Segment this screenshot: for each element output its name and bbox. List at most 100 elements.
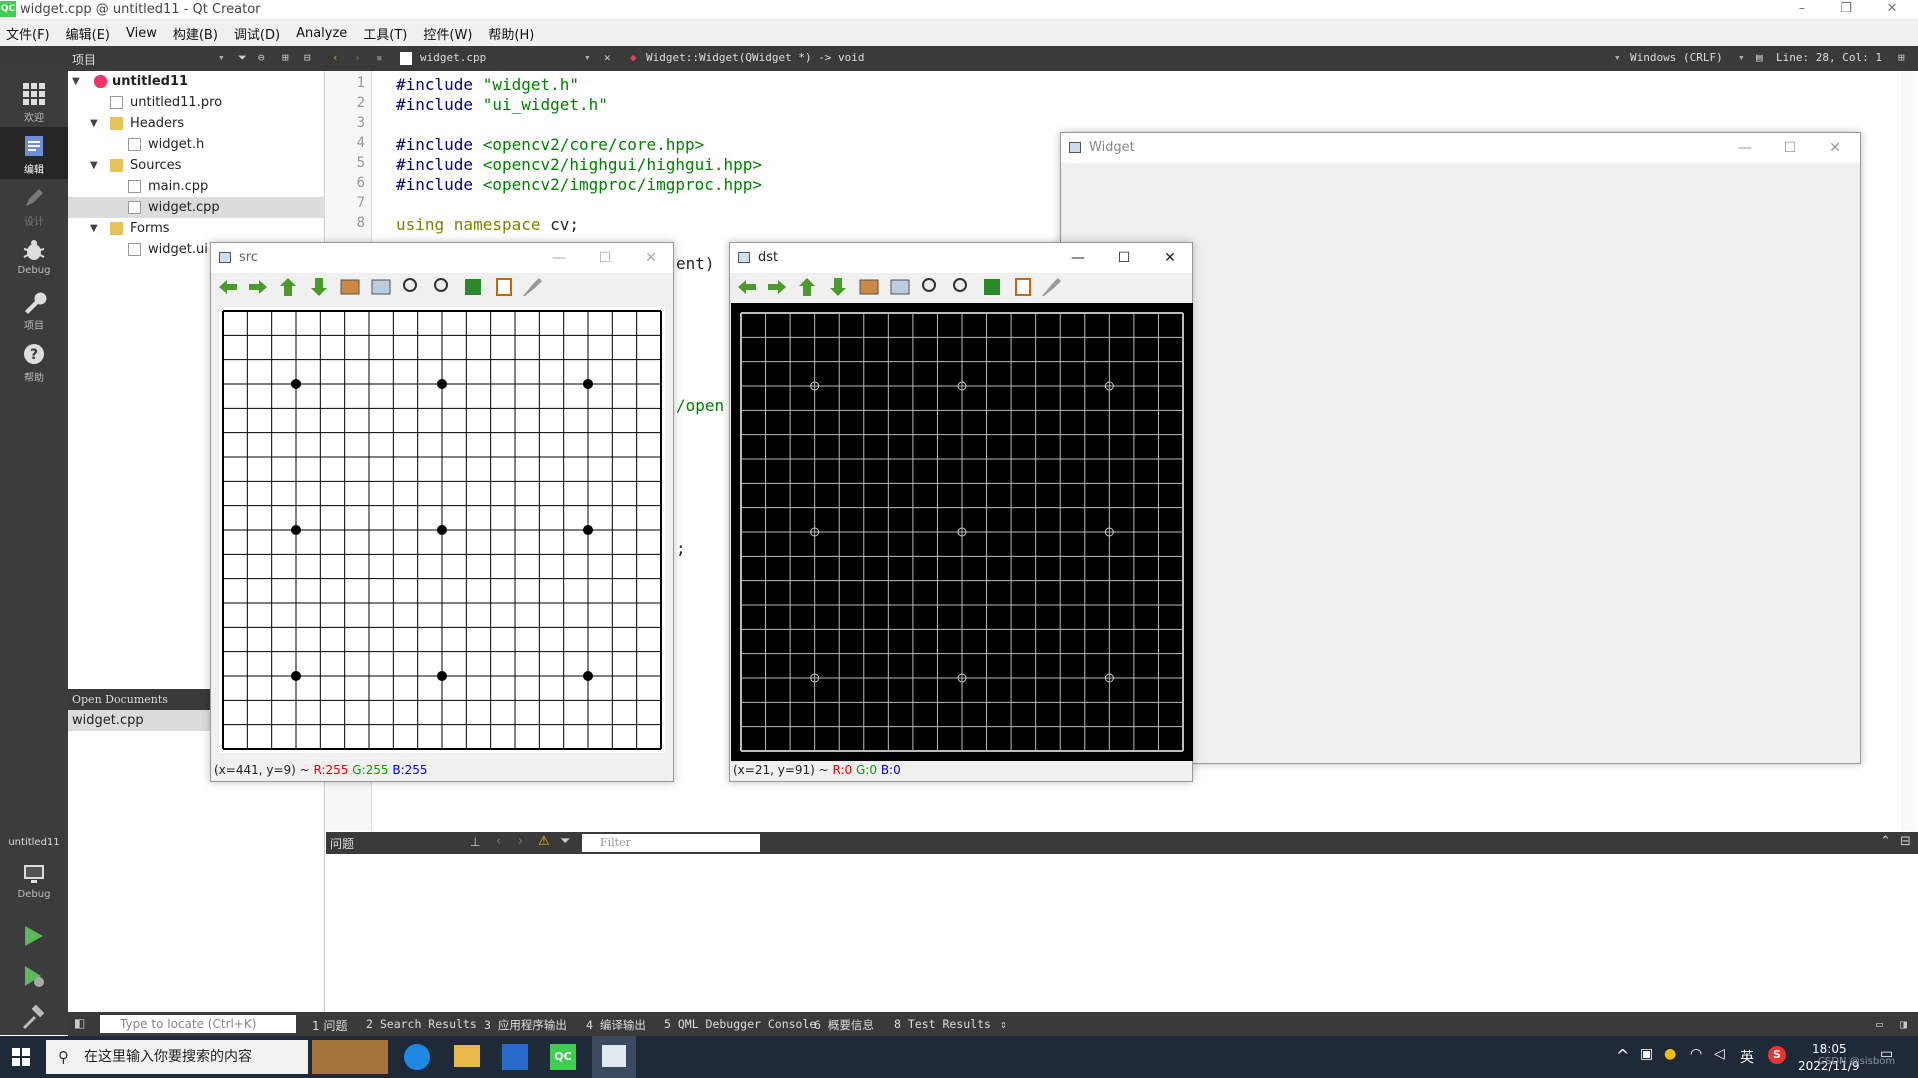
src-image-canvas[interactable] <box>219 307 665 753</box>
close-button[interactable]: ✕ <box>1150 247 1190 269</box>
tree-item-pro[interactable]: untitled11.pro <box>68 92 325 113</box>
sogou-ime-icon[interactable]: S <box>1768 1046 1786 1064</box>
edge-browser-icon[interactable] <box>404 1044 430 1070</box>
pan-left-icon[interactable] <box>738 280 756 294</box>
debug-run-icon[interactable] <box>20 963 46 989</box>
prev-icon[interactable]: ‹ <box>496 834 501 849</box>
properties-brush-icon[interactable] <box>1042 278 1061 296</box>
dst-image-canvas[interactable] <box>731 303 1193 761</box>
minimize-button[interactable]: — <box>1058 247 1098 269</box>
filter-icon[interactable]: ⏷ <box>238 51 247 65</box>
zoom-fit-icon[interactable] <box>859 279 879 295</box>
zoom-out-icon[interactable] <box>434 278 448 292</box>
line-ending-selector[interactable]: Windows (CRLF) <box>1630 51 1723 64</box>
tab-application-output[interactable]: 3 应用程序输出 <box>484 1017 567 1033</box>
chevron-down-icon[interactable]: ▼ <box>72 71 80 92</box>
tree-item-headers[interactable]: ▼ Headers <box>68 113 325 134</box>
minimize-button[interactable]: — <box>1725 137 1765 159</box>
menu-file[interactable]: 文件(F) <box>6 24 50 43</box>
taskbar-search-box[interactable]: ⚲ 在这里输入你要搜索的内容 <box>46 1040 308 1074</box>
close-panel-icon[interactable]: ⊟ <box>304 51 311 64</box>
locator-input[interactable]: Type to locate (Ctrl+K) <box>100 1015 296 1033</box>
zoom-out-icon[interactable] <box>953 278 967 292</box>
pan-up-icon[interactable] <box>280 278 296 296</box>
tab-issues[interactable]: 1 问题 <box>312 1017 347 1034</box>
tray-chevron-icon[interactable]: ^ <box>1616 1046 1629 1065</box>
notification-icon[interactable]: ▭ <box>1880 1046 1893 1062</box>
pan-down-icon[interactable] <box>311 278 327 296</box>
widget-window-titlebar[interactable]: Widget — ☐ ✕ <box>1061 133 1860 163</box>
menu-help[interactable]: 帮助(H) <box>488 24 534 43</box>
tab-test-results[interactable]: 8 Test Results <box>894 1017 991 1031</box>
pan-up-icon[interactable] <box>799 278 815 296</box>
issues-list[interactable] <box>326 854 1918 1014</box>
clock-time[interactable]: 18:05 <box>1812 1042 1847 1056</box>
ime-indicator[interactable]: 英 <box>1740 1047 1754 1067</box>
media-player-icon[interactable] <box>502 1044 528 1070</box>
active-window-taskbar-item[interactable] <box>592 1036 636 1078</box>
mode-design[interactable]: 设计 <box>0 179 68 231</box>
qt-creator-taskbar-icon[interactable]: QC <box>550 1044 576 1070</box>
editor-scrollbar[interactable] <box>1902 71 1916 831</box>
close-button[interactable]: ✕ <box>631 247 671 269</box>
menu-view[interactable]: View <box>126 26 157 41</box>
chevron-down-icon[interactable]: ▾ <box>218 51 225 64</box>
encoding-dropdown-icon[interactable]: ▾ <box>1614 51 1621 64</box>
split-icon[interactable]: ⊞ <box>282 51 289 64</box>
tab-compile-output[interactable]: 4 编译输出 <box>586 1017 646 1033</box>
menu-controls[interactable]: 控件(W) <box>423 24 472 43</box>
chevron-down-icon[interactable]: ▼ <box>90 218 98 239</box>
windows-start-icon[interactable] <box>12 1048 30 1066</box>
zoom-original-icon[interactable] <box>890 279 910 295</box>
run-icon[interactable] <box>20 923 46 949</box>
progress-icon[interactable]: ▭ <box>1876 1017 1883 1031</box>
zoom-fit-icon[interactable] <box>340 279 360 295</box>
toggle-right-sidebar-icon[interactable]: ◨ <box>1900 1017 1907 1031</box>
network-icon[interactable]: ◠ <box>1690 1046 1702 1062</box>
panel-selector[interactable]: 项目 <box>72 51 96 68</box>
tree-item-sources[interactable]: ▼ Sources <box>68 155 325 176</box>
save-icon[interactable] <box>984 279 1000 295</box>
close-file-icon[interactable]: ✕ <box>604 51 611 64</box>
mode-help[interactable]: ? 帮助 <box>0 335 68 387</box>
back-arrow-icon[interactable]: ‹ <box>332 51 339 64</box>
build-hammer-icon[interactable] <box>20 1005 46 1031</box>
chevron-down-icon[interactable]: ▼ <box>90 113 98 134</box>
tab-search-results[interactable]: 2 Search Results <box>366 1017 477 1031</box>
split-editor-icon[interactable]: ⊞ <box>1898 51 1905 64</box>
close-pane-icon[interactable]: ⊟ <box>1900 834 1911 849</box>
tree-item-widget-cpp[interactable]: widget.cpp <box>68 197 325 218</box>
maximize-button[interactable]: ☐ <box>585 247 625 269</box>
minimize-button[interactable]: — <box>539 247 579 269</box>
file-dropdown-icon[interactable]: ▾ <box>584 51 591 64</box>
tab-general-messages[interactable]: 6 概要信息 <box>814 1017 874 1033</box>
volume-icon[interactable]: ◁ <box>1714 1046 1725 1062</box>
function-selector[interactable]: Widget::Widget(QWidget *) -> void <box>646 51 865 64</box>
clipboard-icon[interactable] <box>1015 278 1031 296</box>
kit-selector[interactable]: Debug <box>0 855 68 907</box>
clipboard-icon[interactable] <box>496 278 512 296</box>
restore-button[interactable]: ❐ <box>1824 0 1868 20</box>
tree-item-project[interactable]: ▼ untitled11 <box>68 71 325 92</box>
tray-app-icon[interactable]: ▣ <box>1640 1046 1653 1062</box>
close-button[interactable]: ✕ <box>1870 0 1914 20</box>
filter-icon[interactable]: ⏷ <box>560 834 570 849</box>
pan-down-icon[interactable] <box>830 278 846 296</box>
chevron-down-icon[interactable]: ▼ <box>90 155 98 176</box>
current-file-selector[interactable]: widget.cpp <box>420 51 486 64</box>
mode-projects[interactable]: 项目 <box>0 283 68 335</box>
maximize-button[interactable]: ☐ <box>1104 247 1144 269</box>
menu-analyze[interactable]: Analyze <box>296 26 347 41</box>
minimize-button[interactable]: – <box>1780 0 1824 20</box>
tray-status-icon[interactable]: ● <box>1664 1046 1676 1062</box>
tree-item-widget-h[interactable]: widget.h <box>68 134 325 155</box>
menu-build[interactable]: 构建(B) <box>173 24 218 43</box>
maximize-pane-icon[interactable]: ⌃ <box>1880 834 1891 849</box>
encoding-chevron-icon[interactable]: ▾ <box>1738 51 1745 64</box>
zoom-original-icon[interactable] <box>371 279 391 295</box>
forward-arrow-icon[interactable]: › <box>354 51 361 64</box>
tab-qml-debugger[interactable]: 5 QML Debugger Console <box>664 1017 816 1031</box>
next-icon[interactable]: › <box>518 834 523 849</box>
save-icon[interactable] <box>465 279 481 295</box>
issues-filter-input[interactable]: Filter <box>582 834 760 852</box>
